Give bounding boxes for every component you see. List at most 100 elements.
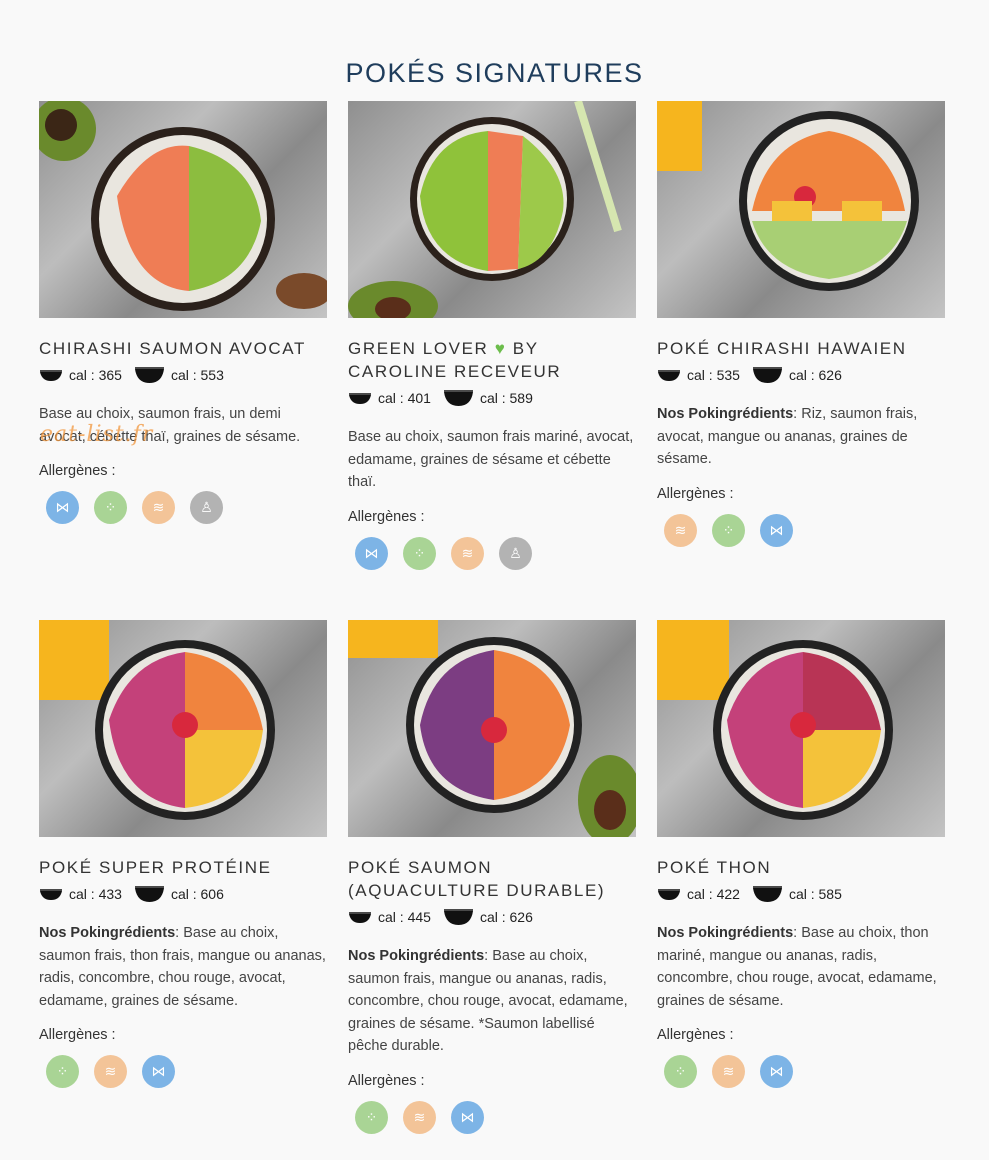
poke-bowl-image[interactable] [39, 101, 327, 318]
gluten-icon: ≋ [664, 513, 697, 547]
poke-name: POKÉ CHIRASHI HAWAIEN [657, 339, 907, 358]
allergens-label: Allergènes : [39, 463, 116, 479]
cal-large-value: 626 [818, 367, 842, 383]
poke-card-thon[interactable]: POKÉ THON cal : 422 cal : 585 Nos Poking… [657, 620, 945, 1088]
fish-icon: ⋈ [142, 1055, 175, 1088]
large-bowl-icon [443, 909, 473, 925]
allergen-list: ⁘ ≋ ⋈ [39, 1055, 327, 1088]
calories-row: cal : 433 cal : 606 [39, 883, 327, 905]
cal-prefix: cal : [170, 886, 201, 902]
cal-prefix: cal : [788, 886, 819, 902]
allergen-list: ⋈ ⁘ ≋ ♙ [348, 536, 636, 570]
cal-prefix: cal : [788, 367, 819, 383]
cal-large-value: 589 [509, 390, 533, 406]
cal-prefix: cal : [170, 367, 201, 383]
fish-icon: ⋈ [46, 491, 79, 524]
allergen-list: ⋈ ⁘ ≋ ♙ [39, 491, 327, 524]
cal-small-value: 433 [98, 886, 122, 902]
cal-prefix: cal : [479, 390, 510, 406]
page-title: POKÉS SIGNATURES [345, 58, 644, 89]
cal-large-value: 553 [200, 367, 224, 383]
allergen-list: ≋ ⁘ ⋈ [657, 513, 945, 547]
small-bowl-icon [658, 888, 680, 900]
cal-prefix: cal : [687, 886, 717, 902]
poke-description: Nos Pokingrédients: Base au choix, thon … [657, 925, 937, 1009]
poke-bowl-image[interactable] [657, 101, 945, 318]
small-bowl-icon [40, 369, 62, 381]
cal-small-value: 422 [716, 886, 740, 902]
cal-prefix: cal : [687, 367, 717, 383]
small-bowl-icon [658, 369, 680, 381]
cal-prefix: cal : [69, 367, 99, 383]
sesame-icon: ♙ [499, 536, 532, 570]
sesame-icon: ♙ [190, 491, 223, 524]
calories-row: cal : 422 cal : 585 [657, 883, 945, 905]
cal-large-value: 606 [200, 886, 224, 902]
cal-prefix: cal : [378, 909, 408, 925]
soy-icon: ⁘ [94, 491, 127, 524]
poke-name: POKÉ THON [657, 858, 772, 877]
poke-card-green-lover[interactable]: GREEN LOVER ♥ BY CAROLINE RECEVEUR cal :… [348, 101, 636, 570]
gluten-icon: ≋ [403, 1100, 436, 1134]
cal-small-value: 401 [407, 390, 431, 406]
calories-row: cal : 365 cal : 553 [39, 364, 327, 386]
gluten-icon: ≋ [94, 1055, 127, 1088]
fish-icon: ⋈ [451, 1100, 484, 1134]
gluten-icon: ≋ [451, 536, 484, 570]
small-bowl-icon [349, 911, 371, 923]
allergens-label: Allergènes : [348, 1072, 425, 1089]
allergens-label: Allergènes : [657, 1027, 734, 1043]
soy-icon: ⁘ [355, 1100, 388, 1134]
poke-description: Nos Pokingrédients: Base au choix, saumo… [348, 948, 628, 1054]
large-bowl-icon [752, 367, 782, 383]
allergen-list: ⁘ ≋ ⋈ [657, 1055, 945, 1088]
poke-description: Nos Pokingrédients: Base au choix, saumo… [39, 925, 326, 1009]
poke-name: GREEN LOVER ♥ BY CAROLINE RECEVEUR [348, 339, 562, 381]
calories-row: cal : 535 cal : 626 [657, 364, 945, 386]
allergens-label: Allergènes : [657, 485, 734, 502]
poke-card-saumon-aquaculture[interactable]: POKÉ SAUMON (AQUACULTURE DURABLE) cal : … [348, 620, 636, 1134]
cal-prefix: cal : [378, 390, 408, 406]
poke-card-super-proteine[interactable]: POKÉ SUPER PROTÉINE cal : 433 cal : 606 … [39, 620, 327, 1088]
soy-icon: ⁘ [712, 513, 745, 547]
fish-icon: ⋈ [355, 536, 388, 570]
heart-icon: ♥ [494, 339, 507, 358]
cal-small-value: 445 [407, 909, 431, 925]
cal-small-value: 365 [98, 367, 122, 383]
poke-card-chirashi-hawaien[interactable]: POKÉ CHIRASHI HAWAIEN cal : 535 cal : 62… [657, 101, 945, 547]
allergens-label: Allergènes : [39, 1027, 116, 1043]
fish-icon: ⋈ [760, 513, 793, 547]
poke-bowl-image[interactable] [657, 620, 945, 837]
poke-bowl-image[interactable] [348, 620, 636, 837]
large-bowl-icon [752, 886, 782, 902]
allergen-list: ⁘ ≋ ⋈ [348, 1100, 636, 1134]
cal-large-value: 626 [509, 909, 533, 925]
poke-description: Base au choix, saumon frais, un demi avo… [39, 406, 301, 445]
cal-small-value: 535 [716, 367, 740, 383]
calories-row: cal : 401 cal : 589 [348, 387, 636, 409]
poke-name: POKÉ SAUMON (AQUACULTURE DURABLE) [348, 858, 606, 900]
poke-description: Base au choix, saumon frais mariné, avoc… [348, 429, 634, 490]
large-bowl-icon [443, 390, 473, 406]
cal-large-value: 585 [818, 886, 842, 902]
soy-icon: ⁘ [46, 1055, 79, 1088]
cal-prefix: cal : [69, 886, 99, 902]
small-bowl-icon [40, 888, 62, 900]
poke-card-chirashi-saumon-avocat[interactable]: CHIRASHI SAUMON AVOCAT cal : 365 cal : 5… [39, 101, 327, 524]
soy-icon: ⁘ [664, 1055, 697, 1088]
large-bowl-icon [134, 367, 164, 383]
poke-description: Nos Pokingrédients: Riz, saumon frais, a… [657, 406, 918, 467]
allergens-label: Allergènes : [348, 508, 425, 525]
cal-prefix: cal : [479, 909, 510, 925]
poke-name: POKÉ SUPER PROTÉINE [39, 858, 272, 877]
gluten-icon: ≋ [712, 1055, 745, 1088]
fish-icon: ⋈ [760, 1055, 793, 1088]
poke-name: CHIRASHI SAUMON AVOCAT [39, 339, 306, 358]
small-bowl-icon [349, 392, 371, 404]
calories-row: cal : 445 cal : 626 [348, 906, 636, 928]
poke-bowl-image[interactable] [39, 620, 327, 837]
gluten-icon: ≋ [142, 491, 175, 524]
poke-bowl-image[interactable] [348, 101, 636, 318]
soy-icon: ⁘ [403, 536, 436, 570]
large-bowl-icon [134, 886, 164, 902]
